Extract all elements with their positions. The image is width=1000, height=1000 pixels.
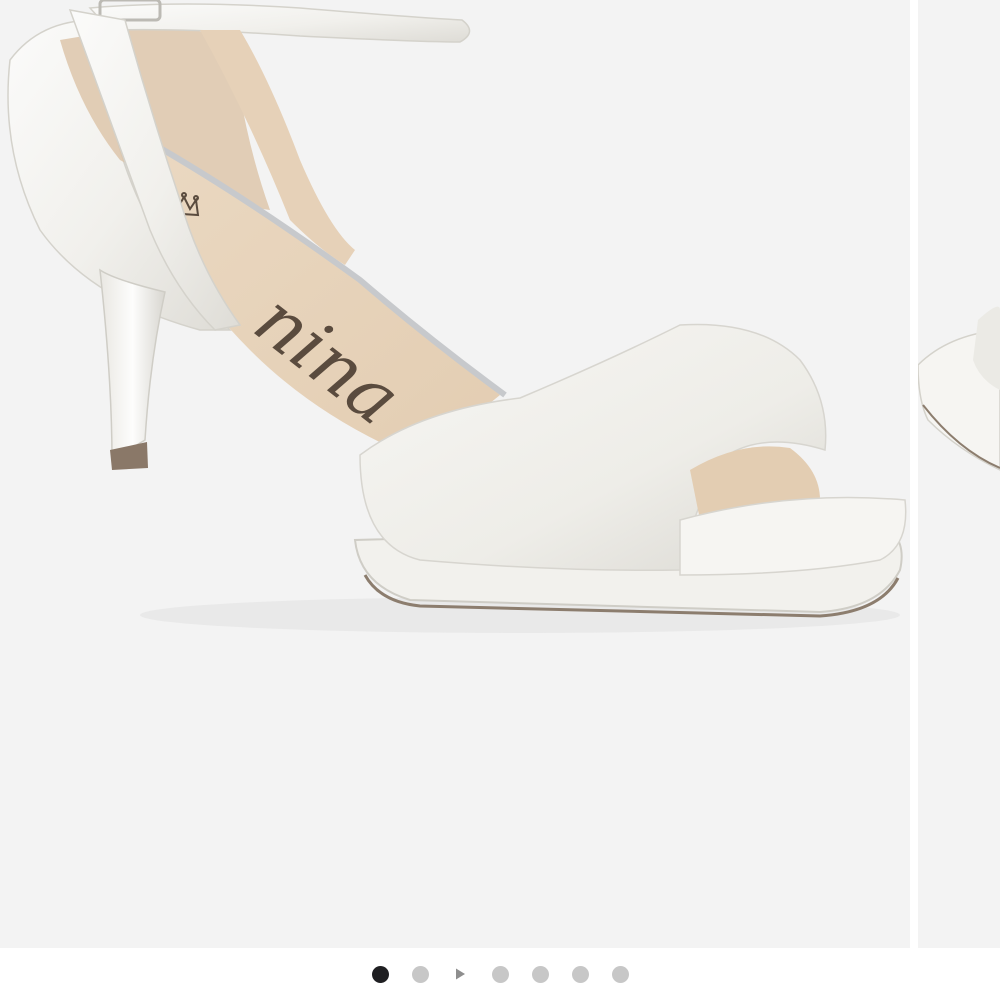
pager-dot-6[interactable] <box>571 965 589 983</box>
pager-dot-5[interactable] <box>531 965 549 983</box>
sandal-partial-image <box>918 306 1000 471</box>
product-image-main[interactable]: nina <box>0 0 910 948</box>
carousel-pager <box>0 948 1000 1000</box>
sandal-image: nina <box>7 0 907 633</box>
play-icon <box>456 968 465 980</box>
pager-dot-7[interactable] <box>611 965 629 983</box>
pager-dot-2[interactable] <box>411 965 429 983</box>
product-image-next[interactable] <box>918 0 1000 948</box>
product-image-carousel: nina <box>0 0 1000 1000</box>
pager-dot-4[interactable] <box>491 965 509 983</box>
pager-video[interactable] <box>452 966 469 983</box>
pager-dot-1[interactable] <box>371 965 389 983</box>
